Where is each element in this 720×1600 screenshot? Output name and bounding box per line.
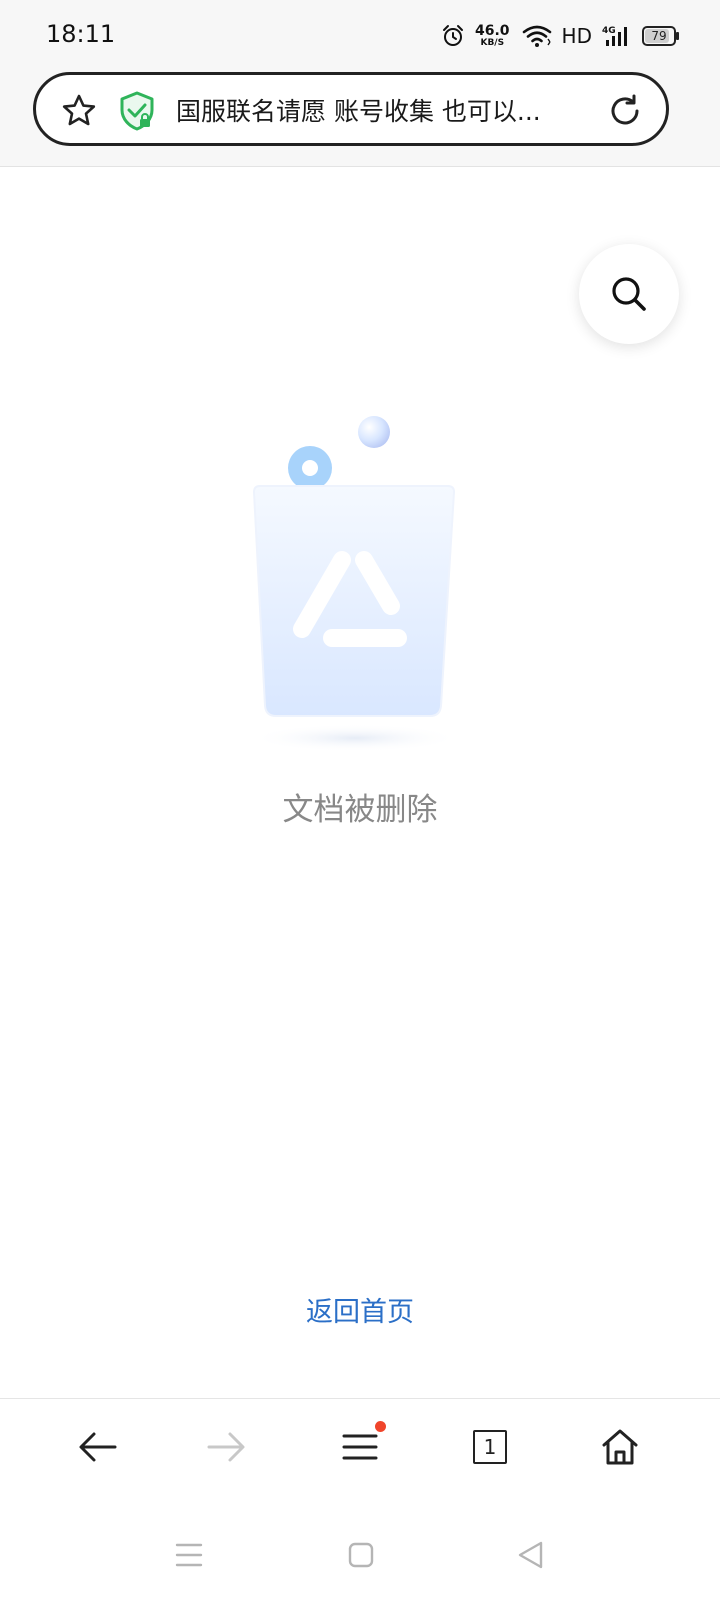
menu-icon (342, 1434, 378, 1460)
address-bar[interactable]: 国服联名请愿 账号收集 也可以... (33, 72, 669, 146)
home-button[interactable] (598, 1425, 642, 1469)
return-home-link[interactable]: 返回首页 (0, 1290, 720, 1329)
hd-indicator: HD (561, 24, 592, 48)
status-icons: 46.0 KB/S HD 4G 79 (441, 18, 679, 54)
battery-icon: 79 (642, 26, 679, 46)
battery-level: 79 (651, 29, 667, 43)
recycle-bin-illustration (250, 416, 460, 752)
tabs-icon: 1 (473, 1430, 507, 1464)
wifi-icon (522, 25, 551, 47)
status-bar: 18:11 46.0 KB/S HD 4G 79 (0, 0, 720, 70)
reload-icon[interactable] (607, 93, 643, 129)
address-bar-container: 国服联名请愿 账号收集 也可以... (0, 70, 720, 167)
forward-button[interactable] (204, 1425, 248, 1469)
star-icon[interactable] (61, 93, 97, 129)
empty-state-message: 文档被删除 (282, 792, 438, 828)
status-time: 18:11 (46, 20, 116, 48)
tabs-button[interactable]: 1 (468, 1425, 512, 1469)
tab-count: 1 (483, 1435, 497, 1459)
search-button[interactable] (579, 244, 679, 344)
back-button[interactable] (76, 1425, 120, 1469)
bottom-toolbar: 1 (0, 1398, 720, 1509)
recents-icon[interactable] (174, 1540, 204, 1570)
search-icon (612, 277, 646, 311)
home-square-icon[interactable] (346, 1540, 376, 1570)
network-type-label: 4G (602, 26, 616, 36)
notification-dot (375, 1421, 386, 1432)
system-navigation-bar (0, 1508, 720, 1600)
back-arrow-icon (79, 1432, 117, 1462)
menu-button[interactable] (338, 1421, 386, 1469)
signal-icon: 4G (602, 26, 627, 46)
back-triangle-icon[interactable] (516, 1540, 546, 1570)
shield-check-icon[interactable] (118, 91, 156, 131)
forward-arrow-icon (207, 1432, 245, 1462)
network-speed-unit: KB/S (480, 38, 505, 48)
alarm-icon (443, 25, 463, 46)
network-speed-value: 46.0 (475, 23, 510, 39)
home-icon (602, 1429, 638, 1465)
network-speed: 46.0 KB/S (475, 24, 510, 48)
page-title[interactable]: 国服联名请愿 账号收集 也可以... (176, 95, 586, 129)
